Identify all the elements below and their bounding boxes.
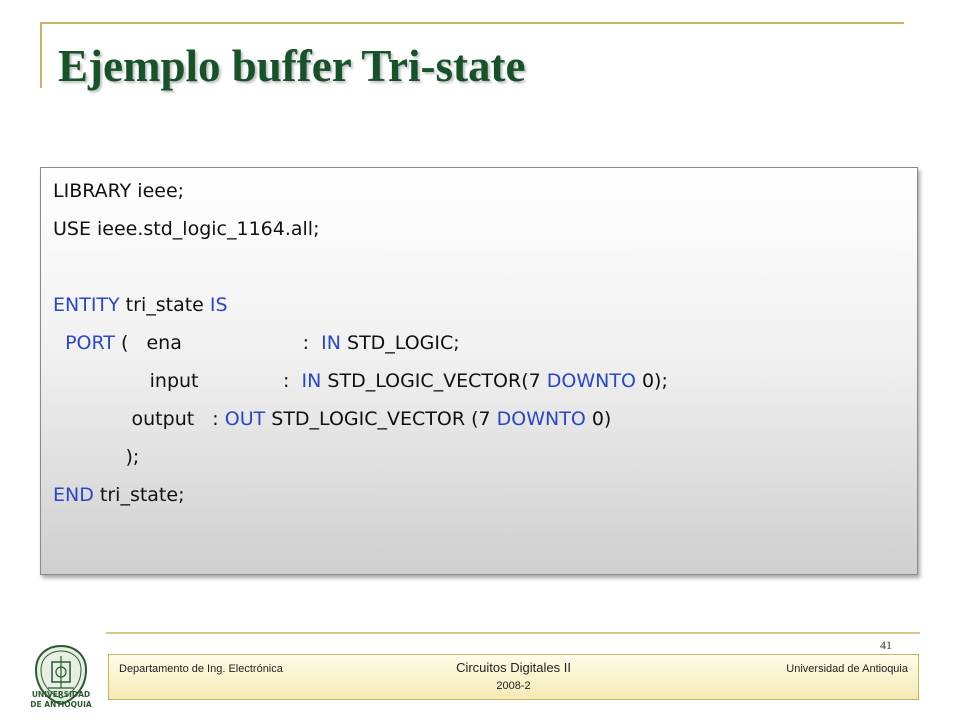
page-number: 41 (880, 638, 892, 652)
footer-bar: Departamento de Ing. Electrónica Circuit… (108, 654, 919, 700)
code-text: input : (53, 370, 302, 392)
code-text: USE ieee.std_logic_1164.all; (53, 218, 320, 240)
code-line: END tri_state; (53, 482, 184, 508)
code-line: output : OUT STD_LOGIC_VECTOR (7 DOWNTO … (53, 406, 612, 432)
code-keyword: DOWNTO (496, 408, 586, 430)
footer-rule (106, 632, 920, 634)
code-text: ); (53, 446, 140, 468)
logo-text-2: DE ANTIOQUIA (30, 700, 92, 709)
logo-text-1: UNIVERSIDAD (31, 690, 91, 699)
code-text: output : (53, 408, 225, 430)
code-keyword: OUT (224, 408, 266, 430)
footer-term: 2008-2 (496, 680, 531, 692)
code-keyword: DOWNTO (546, 370, 636, 392)
code-line: ENTITY tri_state IS (53, 292, 228, 318)
code-text: tri_state; (93, 484, 185, 506)
code-block: LIBRARY ieee; USE ieee.std_logic_1164.all… (40, 167, 918, 575)
code-text: LIBRARY ieee; (53, 180, 185, 202)
code-keyword: PORT (53, 332, 115, 354)
slide-title: Ejemplo buffer Tri-state (58, 41, 526, 91)
code-line: USE ieee.std_logic_1164.all; (53, 216, 320, 242)
footer-university: Universidad de Antioquia (786, 663, 908, 675)
code-text: 0) (585, 408, 612, 430)
header-rule (40, 22, 904, 24)
slide: Ejemplo buffer Tri-state LIBRARY ieee; US… (0, 0, 960, 720)
code-keyword: IN (301, 370, 322, 392)
code-text: tri_state (119, 294, 210, 316)
code-text: 0); (635, 370, 668, 392)
code-line: ); (53, 444, 139, 470)
code-text: STD_LOGIC_VECTOR (7 (265, 408, 497, 430)
code-keyword: IN (321, 332, 341, 354)
header-rule-vertical (40, 22, 42, 88)
code-line: PORT ( ena : IN STD_LOGIC; (53, 330, 460, 356)
code-text: ( ena : (114, 332, 322, 354)
code-text: STD_LOGIC_VECTOR(7 (321, 370, 547, 392)
code-line: LIBRARY ieee; (53, 178, 184, 204)
code-line: input : IN STD_LOGIC_VECTOR(7 DOWNTO 0); (53, 368, 668, 394)
code-keyword: IS (209, 294, 228, 316)
code-keyword: ENTITY (53, 294, 120, 316)
code-keyword: END (53, 484, 94, 506)
code-text: STD_LOGIC; (340, 332, 460, 354)
